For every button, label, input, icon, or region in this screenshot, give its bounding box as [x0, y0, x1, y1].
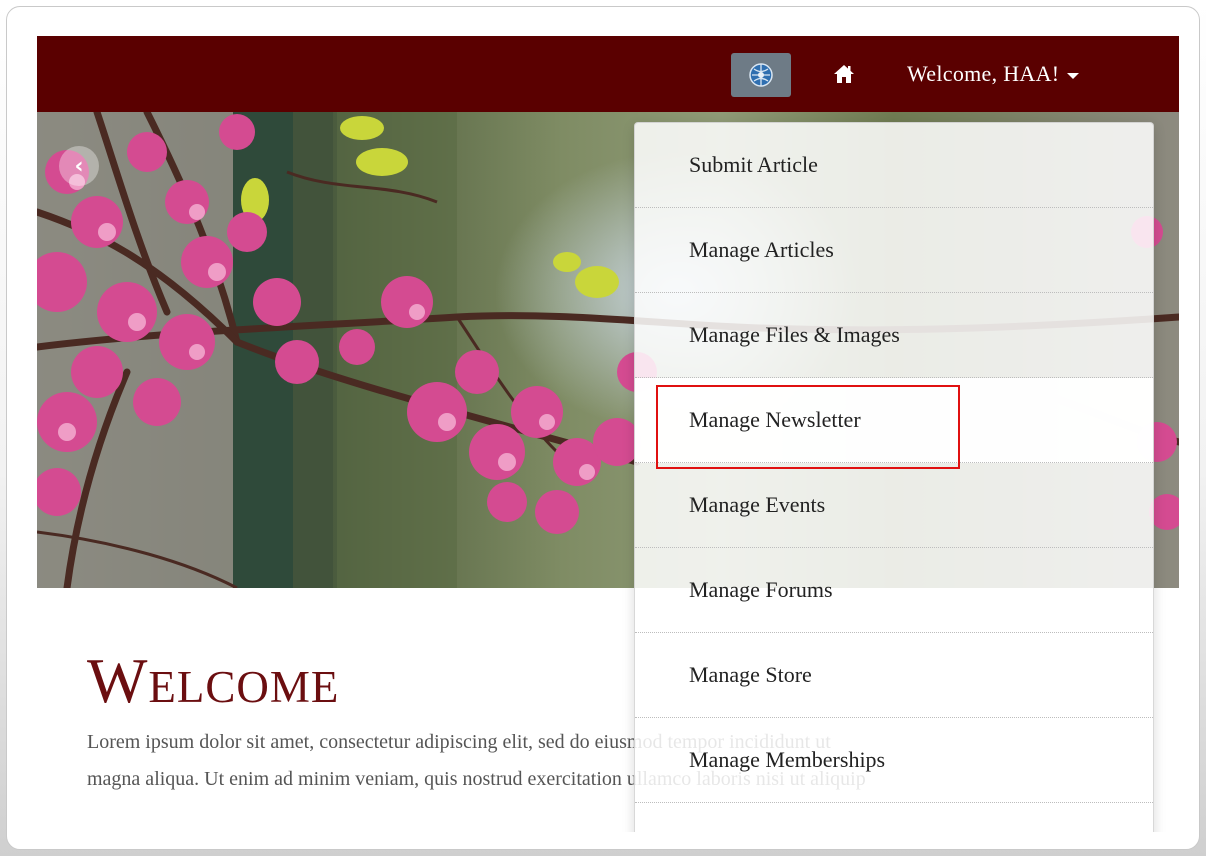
menu-item-label: Manage Articles	[689, 237, 834, 262]
carousel-prev-button[interactable]: ‹	[59, 146, 99, 186]
menu-item-manage-files-images[interactable]: Manage Files & Images	[635, 293, 1153, 378]
menu-item-label: Manage Forums	[689, 577, 833, 602]
menu-item-label: Manage Store	[689, 662, 812, 687]
menu-item-label: Manage Memberships	[689, 747, 886, 772]
home-link[interactable]	[827, 58, 861, 90]
menu-item-submit-article[interactable]: Submit Article	[635, 123, 1153, 208]
chevron-left-icon: ‹	[74, 153, 84, 179]
user-dropdown-menu: Submit Article Manage Articles Manage Fi…	[634, 122, 1154, 832]
menu-item-manage-events[interactable]: Manage Events	[635, 463, 1153, 548]
menu-item-manage-memberships[interactable]: Manage Memberships	[635, 718, 1153, 803]
menu-item-label: Manage Files & Images	[689, 322, 900, 347]
welcome-label: Welcome, HAA!	[907, 61, 1060, 86]
menu-item-manage-newsletter[interactable]: Manage Newsletter	[635, 378, 1153, 463]
menu-item-label: Submit Article	[689, 152, 818, 177]
top-navbar: Welcome, HAA!	[37, 36, 1179, 112]
globe-logo-icon	[749, 63, 773, 87]
caret-down-icon	[1067, 73, 1080, 79]
logo-button[interactable]	[731, 53, 791, 97]
menu-item-manage-articles[interactable]: Manage Articles	[635, 208, 1153, 293]
menu-item-label: Manage Events	[689, 492, 826, 517]
menu-item-label: Manage Newsletter	[689, 407, 861, 432]
menu-item-manage-store[interactable]: Manage Store	[635, 633, 1153, 718]
user-menu-toggle[interactable]: Welcome, HAA!	[907, 36, 1080, 112]
page-title: Welcome	[87, 645, 340, 716]
home-icon	[834, 65, 854, 83]
menu-item-manage-forums[interactable]: Manage Forums	[635, 548, 1153, 633]
website-viewport: Welcome, HAA! ‹ Welcome Lorem ipsum dolo…	[37, 36, 1179, 832]
